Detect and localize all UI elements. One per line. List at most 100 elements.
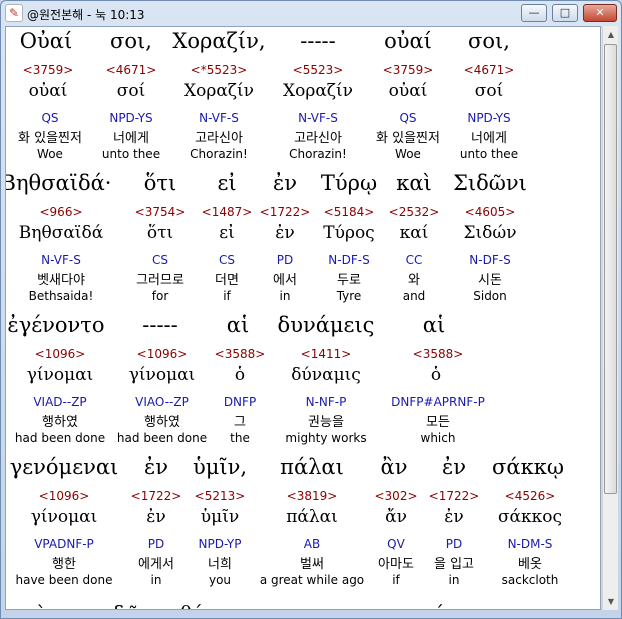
window-title: @원전본해 - 눅 10:13 xyxy=(27,8,145,22)
parsing-code: QS xyxy=(399,111,417,125)
minimize-button[interactable]: — xyxy=(521,4,547,22)
title-bar[interactable]: ✎ @원전본해 - 눅 10:13 — □ ✕ xyxy=(1,1,621,25)
lemma: Σιδών xyxy=(463,223,517,243)
strong-number[interactable]: <3759> xyxy=(383,63,434,77)
english-gloss: Sidon xyxy=(473,289,507,303)
maximize-button[interactable]: □ xyxy=(552,4,578,22)
lemma: καί xyxy=(399,223,429,243)
lemma: εἰ xyxy=(219,223,235,243)
korean-gloss: 행하였 xyxy=(42,415,78,430)
strong-number[interactable]: <3819> xyxy=(287,489,338,503)
app-logo-icon[interactable]: ✎ xyxy=(5,4,23,22)
korean-gloss: 을 입고 xyxy=(433,557,475,572)
strong-number[interactable]: <4671> xyxy=(106,63,157,77)
strong-number[interactable]: <5213> xyxy=(195,489,246,503)
english-gloss: had been done xyxy=(116,431,208,445)
greek-word[interactable]: οὐαί xyxy=(384,29,432,53)
strong-number[interactable]: <1411> xyxy=(301,347,352,361)
vertical-scrollbar[interactable]: ▲ ▼ xyxy=(602,26,618,610)
parsing-code: NPD-YP xyxy=(198,537,242,551)
english-gloss: had been done xyxy=(14,431,106,445)
english-gloss: a great while ago xyxy=(259,573,365,587)
lemma: σοί xyxy=(116,81,146,101)
scroll-down-arrow-icon[interactable]: ▼ xyxy=(603,593,619,610)
lemma: ὅτι xyxy=(146,223,174,243)
strong-number[interactable]: <4526> xyxy=(505,489,556,503)
strong-number[interactable]: <5523> xyxy=(293,63,344,77)
strong-number[interactable]: <302> xyxy=(374,489,417,503)
greek-word[interactable]: ἐν xyxy=(273,171,297,195)
parsing-code: PD xyxy=(276,253,294,267)
korean-gloss: 베옷 xyxy=(518,557,542,572)
greek-word[interactable]: εἰ xyxy=(217,171,236,195)
greek-word[interactable]: ----- xyxy=(142,313,177,337)
strong-number[interactable]: <1487> xyxy=(202,205,253,219)
strong-number[interactable]: <1722> xyxy=(429,489,480,503)
korean-gloss: 화 있을찐저 xyxy=(376,131,440,146)
english-gloss: in xyxy=(448,573,460,587)
lemma: οὐαί xyxy=(388,81,428,101)
english-gloss: sackcloth xyxy=(501,573,559,587)
strong-number[interactable]: <1096> xyxy=(39,489,90,503)
strong-number[interactable]: <2532> xyxy=(389,205,440,219)
parsing-code: N-DM-S xyxy=(507,537,553,551)
greek-word[interactable]: καὶ xyxy=(12,601,46,609)
greek-word[interactable]: γενόμεναι xyxy=(10,455,119,479)
korean-gloss: 너에게 xyxy=(113,131,149,146)
greek-word[interactable]: σοι, xyxy=(468,29,510,53)
strong-number[interactable]: <4605> xyxy=(465,205,516,219)
english-gloss: mighty works xyxy=(285,431,367,445)
greek-word[interactable]: ----- xyxy=(300,29,335,53)
greek-word[interactable]: σάκκῳ xyxy=(492,455,564,479)
lemma: οὐαί xyxy=(28,81,68,101)
english-gloss: in xyxy=(150,573,162,587)
korean-gloss: 에서 xyxy=(273,273,297,288)
greek-word[interactable]: ὅτι xyxy=(144,171,177,195)
greek-word[interactable]: ἂν xyxy=(381,455,408,479)
greek-word[interactable]: Τύρῳ xyxy=(321,171,377,195)
greek-word[interactable]: δυνάμεις xyxy=(278,313,375,337)
lemma: ὁ xyxy=(234,365,246,385)
parsing-code: AB xyxy=(303,537,321,551)
strong-number[interactable]: <1096> xyxy=(35,347,86,361)
greek-word[interactable]: Σιδῶνι xyxy=(453,171,527,195)
greek-word[interactable]: μετενόησαν xyxy=(376,601,496,609)
strong-number[interactable]: <4671> xyxy=(464,63,515,77)
korean-gloss: 고라신아 xyxy=(195,131,243,146)
strong-number[interactable]: <1722> xyxy=(260,205,311,219)
english-gloss: Woe xyxy=(37,147,63,161)
parsing-code: CS xyxy=(219,253,235,267)
greek-word[interactable]: Οὐαί xyxy=(20,29,72,53)
lemma: γίνομαι xyxy=(26,365,94,385)
greek-word[interactable]: σποδῷ xyxy=(74,601,141,609)
strong-number[interactable]: <1096> xyxy=(137,347,188,361)
greek-word[interactable]: αἱ xyxy=(423,313,445,337)
parsing-code: DNFP#APRNF-P xyxy=(391,395,485,409)
greek-word[interactable]: ἐν xyxy=(144,455,168,479)
lemma: Τύρος xyxy=(323,223,375,243)
greek-word[interactable]: καθήμεναι xyxy=(154,601,261,609)
strong-number[interactable]: <3588> xyxy=(215,347,266,361)
strong-number[interactable]: <3588> xyxy=(413,347,464,361)
greek-word[interactable]: ἐγένοντο xyxy=(7,313,104,337)
greek-word[interactable]: Βηθσαϊδά· xyxy=(6,171,111,195)
strong-number[interactable]: <3759> xyxy=(23,63,74,77)
interlinear-panel[interactable]: Οὐαί <3759> οὐαί QS 화 있을찐저 Woe σοι, <467… xyxy=(5,26,601,610)
greek-word[interactable]: πάλαι xyxy=(280,455,344,479)
greek-word[interactable]: σοι, xyxy=(110,29,152,53)
strong-number[interactable]: <5184> xyxy=(324,205,375,219)
greek-word[interactable]: αἱ xyxy=(227,313,249,337)
scrollbar-thumb[interactable] xyxy=(604,44,617,494)
close-button[interactable]: ✕ xyxy=(583,4,617,22)
strong-number[interactable]: <3754> xyxy=(135,205,186,219)
strong-number[interactable]: <1722> xyxy=(131,489,182,503)
lemma: ἄν xyxy=(385,507,407,527)
scroll-up-arrow-icon[interactable]: ▲ xyxy=(603,26,619,43)
greek-word[interactable]: ὑμῖν, xyxy=(193,455,247,479)
greek-word[interactable]: ἐν xyxy=(442,455,466,479)
greek-word[interactable]: Χοραζίν, xyxy=(172,29,265,53)
greek-word[interactable]: καὶ xyxy=(396,171,432,195)
strong-number[interactable]: <966> xyxy=(39,205,82,219)
lemma: γίνομαι xyxy=(30,507,98,527)
strong-number[interactable]: <*5523> xyxy=(191,63,248,77)
